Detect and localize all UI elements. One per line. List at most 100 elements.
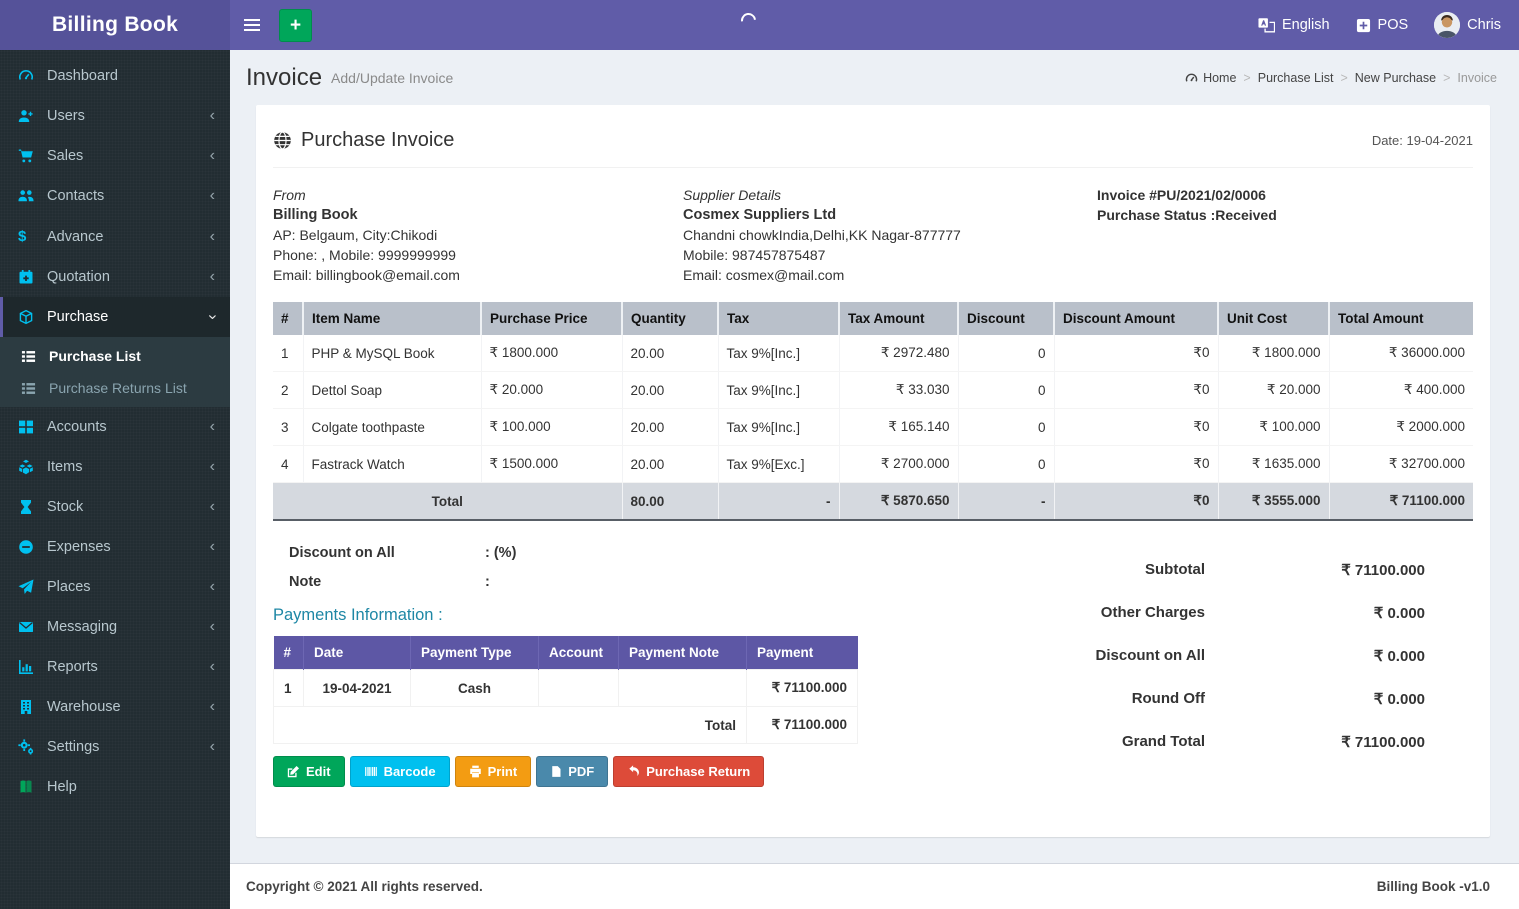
home-dashboard-icon (1185, 72, 1198, 85)
group-icon (18, 188, 38, 204)
user-menu[interactable]: Chris (1421, 0, 1519, 50)
invoice-summary: Subtotal ₹ 71100.000 Other Charges ₹ 0.0… (1028, 545, 1473, 787)
invoice-date: Date: 19-04-2021 (1371, 133, 1473, 148)
sidebar-item-advance[interactable]: $ Advance ‹ (0, 216, 230, 257)
chevron-left-icon: ‹ (209, 227, 215, 245)
dollar-icon: $ (18, 228, 27, 245)
print-icon (469, 765, 482, 778)
summary-discount-on-all: Discount on All ₹ 0.000 (1095, 647, 1425, 665)
sidebar-item-purchase-returns-list[interactable]: Purchase Returns List (0, 372, 230, 404)
list-icon (21, 349, 40, 364)
summary-grand-total: Grand Total ₹ 71100.000 (1121, 733, 1425, 751)
sidebar-item-messaging[interactable]: Messaging ‹ (0, 607, 230, 647)
payments-table: # Date Payment Type Account Payment Note… (273, 636, 858, 744)
discount-on-all-row: Discount on All : (%) (289, 545, 517, 561)
breadcrumb-purchase-list[interactable]: Purchase List (1258, 71, 1334, 85)
breadcrumb-home[interactable]: Home (1203, 71, 1236, 85)
print-button[interactable]: Print (454, 756, 532, 787)
sidebar-item-stock[interactable]: Stock ‹ (0, 487, 230, 527)
avatar (1434, 12, 1461, 38)
navbar-right: English POS Chris (1245, 0, 1519, 50)
sidebar-item-items[interactable]: Items ‹ (0, 447, 230, 487)
payment-row: 1 19-04-2021 Cash ₹ 71100.000 (273, 669, 858, 707)
chevron-left-icon: ‹ (209, 618, 215, 635)
sidebar-item-users[interactable]: Users ‹ (0, 96, 230, 136)
purchase-submenu: Purchase List Purchase Returns List (0, 337, 230, 407)
app-version: Billing Book -v1.0 (1376, 879, 1490, 894)
sidebar-item-dashboard[interactable]: Dashboard (0, 56, 230, 96)
sidebar-item-expenses[interactable]: Expenses ‹ (0, 527, 230, 567)
copyright: Copyright © 2021 All rights reserved. (246, 879, 483, 894)
sidebar-item-sales[interactable]: Sales ‹ (0, 136, 230, 176)
supplier-block: Supplier Details Cosmex Suppliers Ltd Ch… (683, 185, 1097, 285)
invoice-actions: Edit Barcode Print PDF Purchase Return (273, 756, 1028, 787)
quick-add-button[interactable]: + (279, 8, 312, 42)
item-row: 1 PHP & MySQL Book ₹ 1800.000 20.00 Tax … (273, 335, 1473, 372)
purchase-return-button[interactable]: Purchase Return (613, 756, 765, 787)
from-name: Billing Book (273, 207, 358, 223)
sidebar-item-help[interactable]: Help (0, 767, 230, 807)
sidebar-item-purchase-list[interactable]: Purchase List (0, 340, 230, 372)
sidebar-item-contacts[interactable]: Contacts ‹ (0, 176, 230, 216)
chevron-left-icon: ‹ (209, 738, 215, 755)
grid-icon (18, 419, 38, 435)
chevron-left-icon: ‹ (209, 658, 215, 675)
sidebar-item-purchase[interactable]: Purchase ‹ (0, 297, 230, 337)
chevron-left-icon: ‹ (209, 187, 215, 204)
chevron-left-icon: ‹ (209, 147, 215, 164)
summary-other-charges: Other Charges ₹ 0.000 (1100, 604, 1425, 622)
invoice-parties: From Billing Book AP: Belgaum, City:Chik… (273, 185, 1473, 285)
sidebar-toggle-icon[interactable] (230, 0, 274, 50)
building-icon (18, 699, 38, 715)
chevron-left-icon: ‹ (209, 418, 215, 435)
calendar-plus-icon (18, 269, 38, 285)
edit-button[interactable]: Edit (273, 756, 345, 787)
item-row: 2 Dettol Soap ₹ 20.000 20.00 Tax 9%[Inc.… (273, 371, 1473, 409)
language-label: English (1281, 17, 1330, 33)
globe-icon (273, 131, 292, 150)
chevron-left-icon: ‹ (209, 538, 215, 555)
loading-spinner (737, 9, 760, 32)
sidebar: Dashboard Users ‹ Sales ‹ Contacts ‹ $ Adva… (0, 50, 230, 909)
summary-round-off: Round Off ₹ 0.000 (1131, 690, 1425, 708)
app-logo[interactable]: Billing Book (0, 0, 230, 50)
sidebar-item-accounts[interactable]: Accounts ‹ (0, 407, 230, 447)
envelope-icon (18, 619, 38, 635)
user-name: Chris (1467, 17, 1501, 33)
payments-total-row: Total ₹ 71100.000 (273, 706, 858, 744)
card-title: Purchase Invoice (273, 129, 454, 152)
sidebar-item-places[interactable]: Places ‹ (0, 567, 230, 607)
chevron-down-icon: ‹ (203, 314, 221, 320)
barcode-icon (364, 765, 378, 778)
sidebar-item-reports[interactable]: Reports ‹ (0, 647, 230, 687)
chevron-left-icon: ‹ (209, 268, 215, 285)
from-block: From Billing Book AP: Belgaum, City:Chik… (273, 185, 683, 285)
gears-icon (18, 739, 38, 755)
chevron-left-icon: ‹ (209, 498, 215, 515)
breadcrumb-new-purchase[interactable]: New Purchase (1355, 71, 1436, 85)
minus-circle-icon (18, 539, 38, 555)
language-menu[interactable]: English (1245, 0, 1343, 50)
purchase-invoice-card: Purchase Invoice Date: 19-04-2021 From B… (256, 105, 1490, 837)
cube-icon (18, 309, 38, 325)
navbar-main: + English POS Chris (230, 0, 1519, 50)
plus-square-icon (1356, 18, 1371, 33)
pdf-button[interactable]: PDF (536, 756, 609, 787)
barcode-button[interactable]: Barcode (349, 756, 450, 787)
sidebar-item-warehouse[interactable]: Warehouse ‹ (0, 687, 230, 727)
footer: Copyright © 2021 All rights reserved. Bi… (230, 863, 1519, 909)
payments-table-header: # Date Payment Type Account Payment Note… (273, 636, 858, 670)
pos-button[interactable]: POS (1343, 0, 1422, 50)
user-plus-icon (18, 108, 38, 124)
sidebar-item-settings[interactable]: Settings ‹ (0, 727, 230, 767)
top-navbar: Billing Book + English POS Chris (0, 0, 1519, 50)
page-title: Invoice (246, 64, 323, 91)
language-icon (1258, 17, 1275, 33)
edit-icon (287, 765, 300, 778)
items-table-header: # Item Name Purchase Price Quantity Tax … (273, 302, 1473, 335)
sidebar-item-quotation[interactable]: Quotation ‹ (0, 257, 230, 297)
chevron-left-icon: ‹ (209, 107, 215, 124)
cart-icon (18, 148, 38, 164)
pos-label: POS (1377, 17, 1409, 33)
invoice-number: Invoice #PU/2021/02/0006 (1097, 187, 1266, 203)
